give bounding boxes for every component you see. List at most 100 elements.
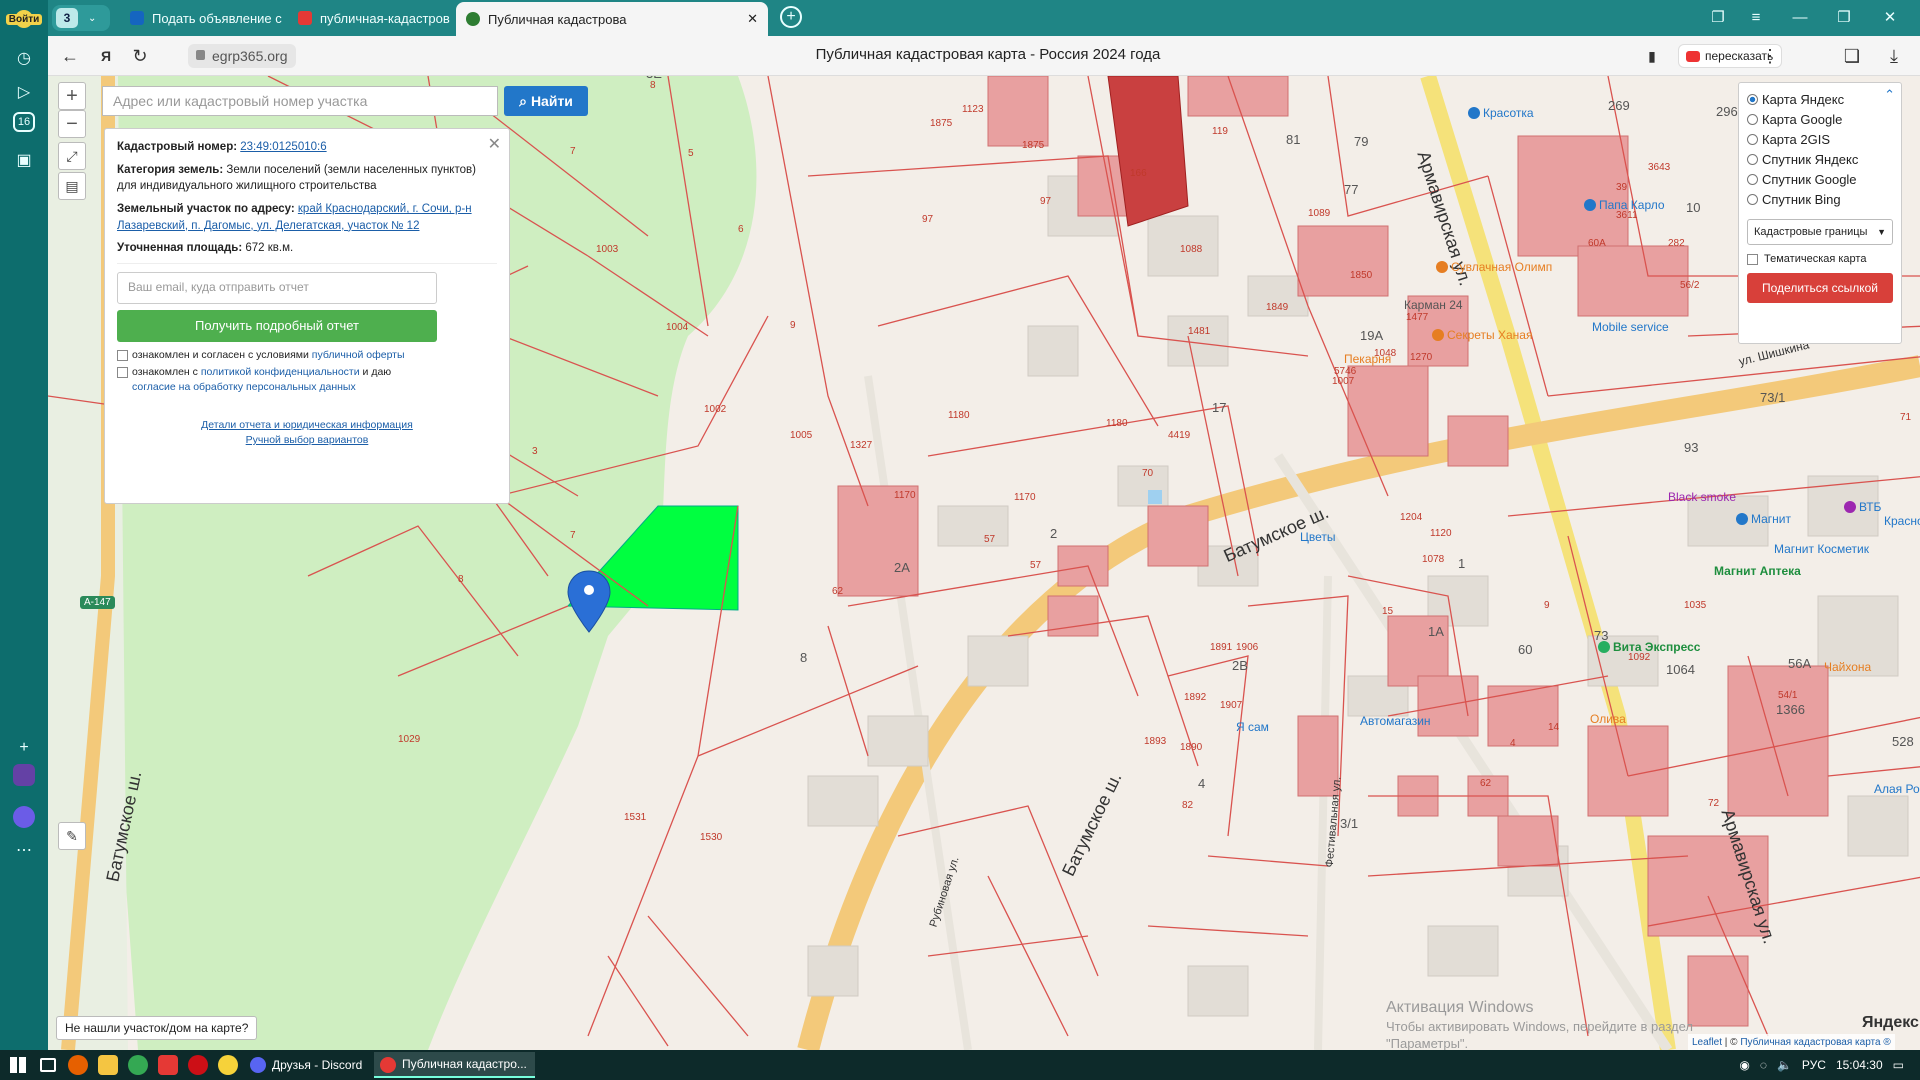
personal-data-link[interactable]: согласие на обработку персональных данны…	[132, 381, 356, 393]
app-icon[interactable]	[218, 1055, 238, 1075]
poi[interactable]: Я сам	[1236, 720, 1269, 734]
poi[interactable]: Алая Ро	[1874, 782, 1920, 796]
search-input[interactable]: Адрес или кадастровый номер участка	[102, 86, 498, 116]
poi[interactable]: Секреты Ханая	[1432, 328, 1532, 342]
poi[interactable]: Сувлачная Олимп	[1436, 260, 1552, 274]
poi[interactable]: Карман 24	[1404, 298, 1463, 312]
reload-button[interactable]: ↻	[128, 44, 152, 68]
poi[interactable]: Цветы	[1300, 530, 1336, 544]
close-window-button[interactable]: ✕	[1874, 6, 1906, 28]
back-button[interactable]: ←	[58, 44, 82, 68]
menu-icon[interactable]: ≡	[1740, 6, 1772, 28]
layer-option[interactable]: Карта 2GIS	[1747, 129, 1893, 149]
poi[interactable]: Магнит Аптека	[1714, 564, 1801, 578]
zoom-out-button[interactable]: −	[58, 110, 86, 138]
email-field[interactable]: Ваш email, куда отправить отчет	[117, 272, 437, 305]
poi[interactable]: Пекарня	[1344, 352, 1391, 366]
file-explorer-icon[interactable]	[98, 1055, 118, 1075]
radio-button[interactable]	[1747, 133, 1758, 145]
notifications-icon[interactable]: ▭	[1893, 1058, 1904, 1072]
poi[interactable]: Красное	[1884, 514, 1920, 528]
bookmark-icon[interactable]: ▮	[1640, 44, 1664, 68]
tab-group-button[interactable]: 3 ⌄	[52, 5, 110, 31]
camera-icon[interactable]: ▣	[10, 146, 38, 174]
firefox-icon[interactable]	[68, 1055, 88, 1075]
url-field[interactable]: egrp365.org	[188, 44, 296, 68]
minimize-button[interactable]: —	[1784, 6, 1816, 28]
alice-icon[interactable]	[13, 806, 35, 828]
clock[interactable]: 15:04:30	[1836, 1058, 1883, 1072]
collections-icon[interactable]: ❏	[1840, 44, 1864, 68]
taskbar-browser[interactable]: Публичная кадастро...	[374, 1052, 535, 1078]
cadastral-layer-select[interactable]: Кадастровые границы ▼	[1747, 219, 1893, 245]
start-icon[interactable]	[10, 1057, 26, 1073]
poi[interactable]: Магнит	[1736, 512, 1791, 526]
print-icon[interactable]: ▤	[58, 172, 86, 200]
zoom-in-button[interactable]: +	[58, 82, 86, 110]
poi[interactable]: ВТБ	[1844, 500, 1881, 514]
profile-button[interactable]: Войти	[4, 2, 44, 36]
taskbar-discord[interactable]: Друзья - Discord	[244, 1052, 370, 1078]
yandex-icon[interactable]	[158, 1055, 178, 1075]
calendar-icon[interactable]: 16	[13, 112, 35, 132]
manual-select-link[interactable]: Ручной выбор вариантов	[117, 433, 497, 448]
offer-link[interactable]: публичной оферты	[312, 349, 405, 361]
layer-option[interactable]: Карта Яндекс	[1747, 89, 1893, 109]
tab-3-active[interactable]: Публичная кадастрова ✕	[456, 2, 768, 36]
layer-option[interactable]: Карта Google	[1747, 109, 1893, 129]
tab-2[interactable]: публичная-кадастровая-к	[288, 4, 450, 32]
layer-option[interactable]: Спутник Bing	[1747, 189, 1893, 209]
privacy-link[interactable]: политикой конфиденциальности	[201, 366, 360, 378]
radio-button[interactable]	[1747, 173, 1758, 185]
share-link-button[interactable]: Поделиться ссылкой	[1747, 273, 1893, 303]
more-icon[interactable]: ⋮	[1758, 44, 1782, 68]
chrome-icon[interactable]	[128, 1055, 148, 1075]
privacy-checkbox[interactable]	[117, 367, 128, 379]
cadastral-number-link[interactable]: 23:49:0125010:6	[240, 141, 326, 153]
bookmark-manager-icon[interactable]: ❐	[1702, 6, 1734, 28]
poi[interactable]: Black smoke	[1668, 490, 1736, 504]
poi[interactable]: Чайхона	[1824, 660, 1871, 674]
volume-icon[interactable]: 🔈	[1777, 1058, 1792, 1072]
poi[interactable]: Магнит Косметик	[1774, 542, 1869, 556]
discord-tray-icon[interactable]: ◉	[1739, 1058, 1749, 1072]
poi[interactable]: Папа Карло	[1584, 198, 1665, 212]
attribution-link[interactable]: Публичная кадастровая карта ®	[1740, 1037, 1890, 1048]
radio-button[interactable]	[1747, 153, 1758, 165]
thematic-checkbox[interactable]	[1747, 253, 1758, 265]
not-found-button[interactable]: Не нашли участок/дом на карте?	[56, 1016, 258, 1040]
map-viewport[interactable]: Батумское ш. Батумское ш. Батумское ш. А…	[48, 76, 1920, 1050]
poi[interactable]: Вита Экспресс	[1598, 640, 1700, 654]
network-icon[interactable]: ◌	[1760, 1058, 1767, 1072]
radio-button[interactable]	[1747, 93, 1758, 105]
radio-button[interactable]	[1747, 113, 1758, 125]
thematic-map-option[interactable]: Тематическая карта	[1747, 253, 1893, 265]
poi[interactable]: Автомагазин	[1360, 714, 1431, 728]
ruler-icon[interactable]: ✎	[58, 822, 86, 850]
leaflet-link[interactable]: Leaflet	[1692, 1037, 1722, 1048]
layer-option[interactable]: Спутник Google	[1747, 169, 1893, 189]
task-view-icon[interactable]	[40, 1058, 56, 1072]
history-icon[interactable]: ◷	[10, 44, 38, 72]
play-icon[interactable]: ▷	[10, 78, 38, 106]
search-button[interactable]: ⌕ Найти	[504, 86, 588, 116]
restore-button[interactable]: ❐	[1828, 6, 1860, 28]
poi[interactable]: Mobile service	[1592, 320, 1669, 334]
poi[interactable]: Красотка	[1468, 106, 1534, 120]
new-tab-button[interactable]: +	[780, 6, 802, 28]
radio-button[interactable]	[1747, 193, 1758, 205]
layer-option[interactable]: Спутник Яндекс	[1747, 149, 1893, 169]
download-icon[interactable]: ⤓	[1882, 44, 1906, 68]
yandex-home-button[interactable]: Я	[94, 44, 118, 68]
more-icon[interactable]: ⋯	[10, 836, 38, 864]
tab-1[interactable]: Подать объявление сразу	[120, 4, 282, 32]
language-indicator[interactable]: РУС	[1802, 1058, 1826, 1072]
fullscreen-icon[interactable]: ⤢	[58, 142, 86, 170]
twitch-icon[interactable]	[13, 764, 35, 786]
opera-icon[interactable]	[188, 1055, 208, 1075]
poi[interactable]: Олива	[1590, 712, 1626, 726]
close-tab-icon[interactable]: ✕	[739, 11, 758, 27]
get-report-button[interactable]: Получить подробный отчет	[117, 310, 437, 343]
close-icon[interactable]: ✕	[488, 133, 501, 156]
offer-checkbox[interactable]	[117, 350, 128, 362]
